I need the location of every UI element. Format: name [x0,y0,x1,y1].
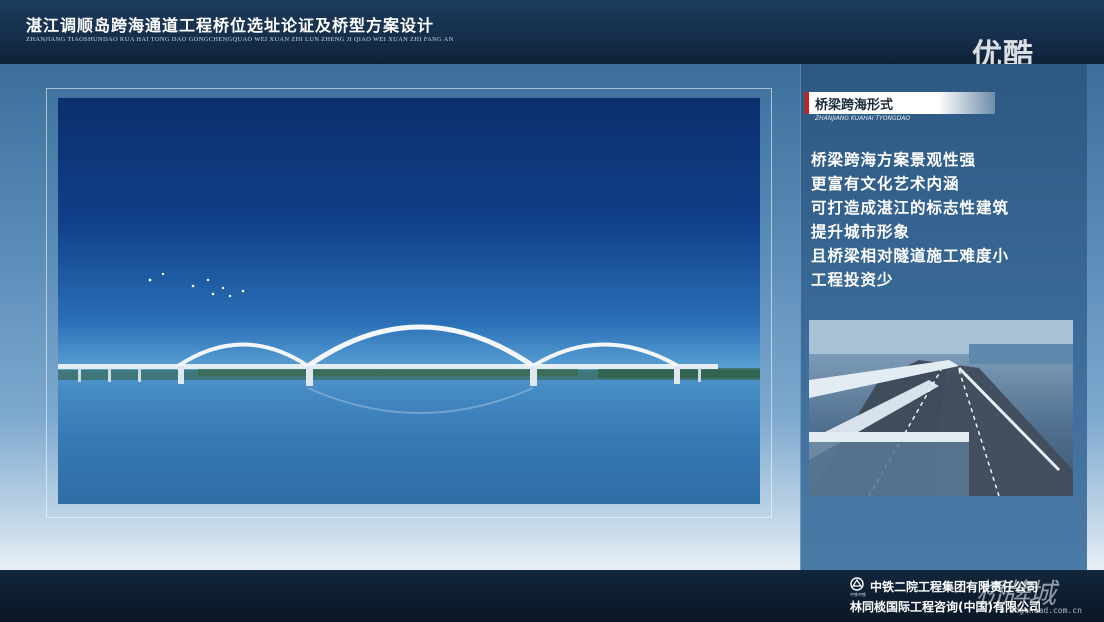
info-panel: 桥梁跨海形式 ZHANJIANG KUAHAI TYONGDAO 桥梁跨海方案景… [800,64,1087,570]
bullet-item: 工程投资少 [811,271,894,289]
slide-stage: 桥梁跨海形式 ZHANJIANG KUAHAI TYONGDAO 桥梁跨海方案景… [0,64,1104,570]
crec-logo-icon [850,577,864,591]
bullet-list: 桥梁跨海方案景观性强 更富有文化艺术内涵 可打造成湛江的标志性建筑 提升城市形象… [811,148,1081,292]
bullet-item: 提升城市形象 [811,223,911,241]
section-title: 桥梁跨海形式 [815,98,894,113]
bridge-illustration [58,272,760,504]
section-subtitle: ZHANJIANG KUAHAI TYONGDAO [815,115,911,122]
page-title: 湛江调顺岛跨海通道工程桥位选址论证及桥型方案设计 [26,16,435,35]
footer-bar: 中铁中铁 中铁二院工程集团有限责任公司 林同棪国际工程咨询(中国)有限公司 桥牌… [0,570,1104,622]
bridgehead-watermark-url: Bridgehead.com.cn [1000,606,1082,615]
bullet-item: 更富有文化艺术内涵 [811,175,960,193]
section-accent-mark [805,92,809,114]
bullet-item: 且桥梁相对隧道施工难度小 [811,247,1010,265]
page-title-pinyin: ZHANJIANG TIAOSHUNDAO KUA HAI TONG DAO G… [26,36,454,43]
bullet-item: 桥梁跨海方案景观性强 [811,151,977,169]
highway-illustration [809,320,1073,496]
header-bar: 湛江调顺岛跨海通道工程桥位选址论证及桥型方案设计 ZHANJIANG TIAOS… [0,0,1104,73]
bullet-item: 可打造成湛江的标志性建筑 [811,199,1010,217]
bridge-rendering-image [58,98,760,504]
highway-rendering-image [809,320,1073,496]
